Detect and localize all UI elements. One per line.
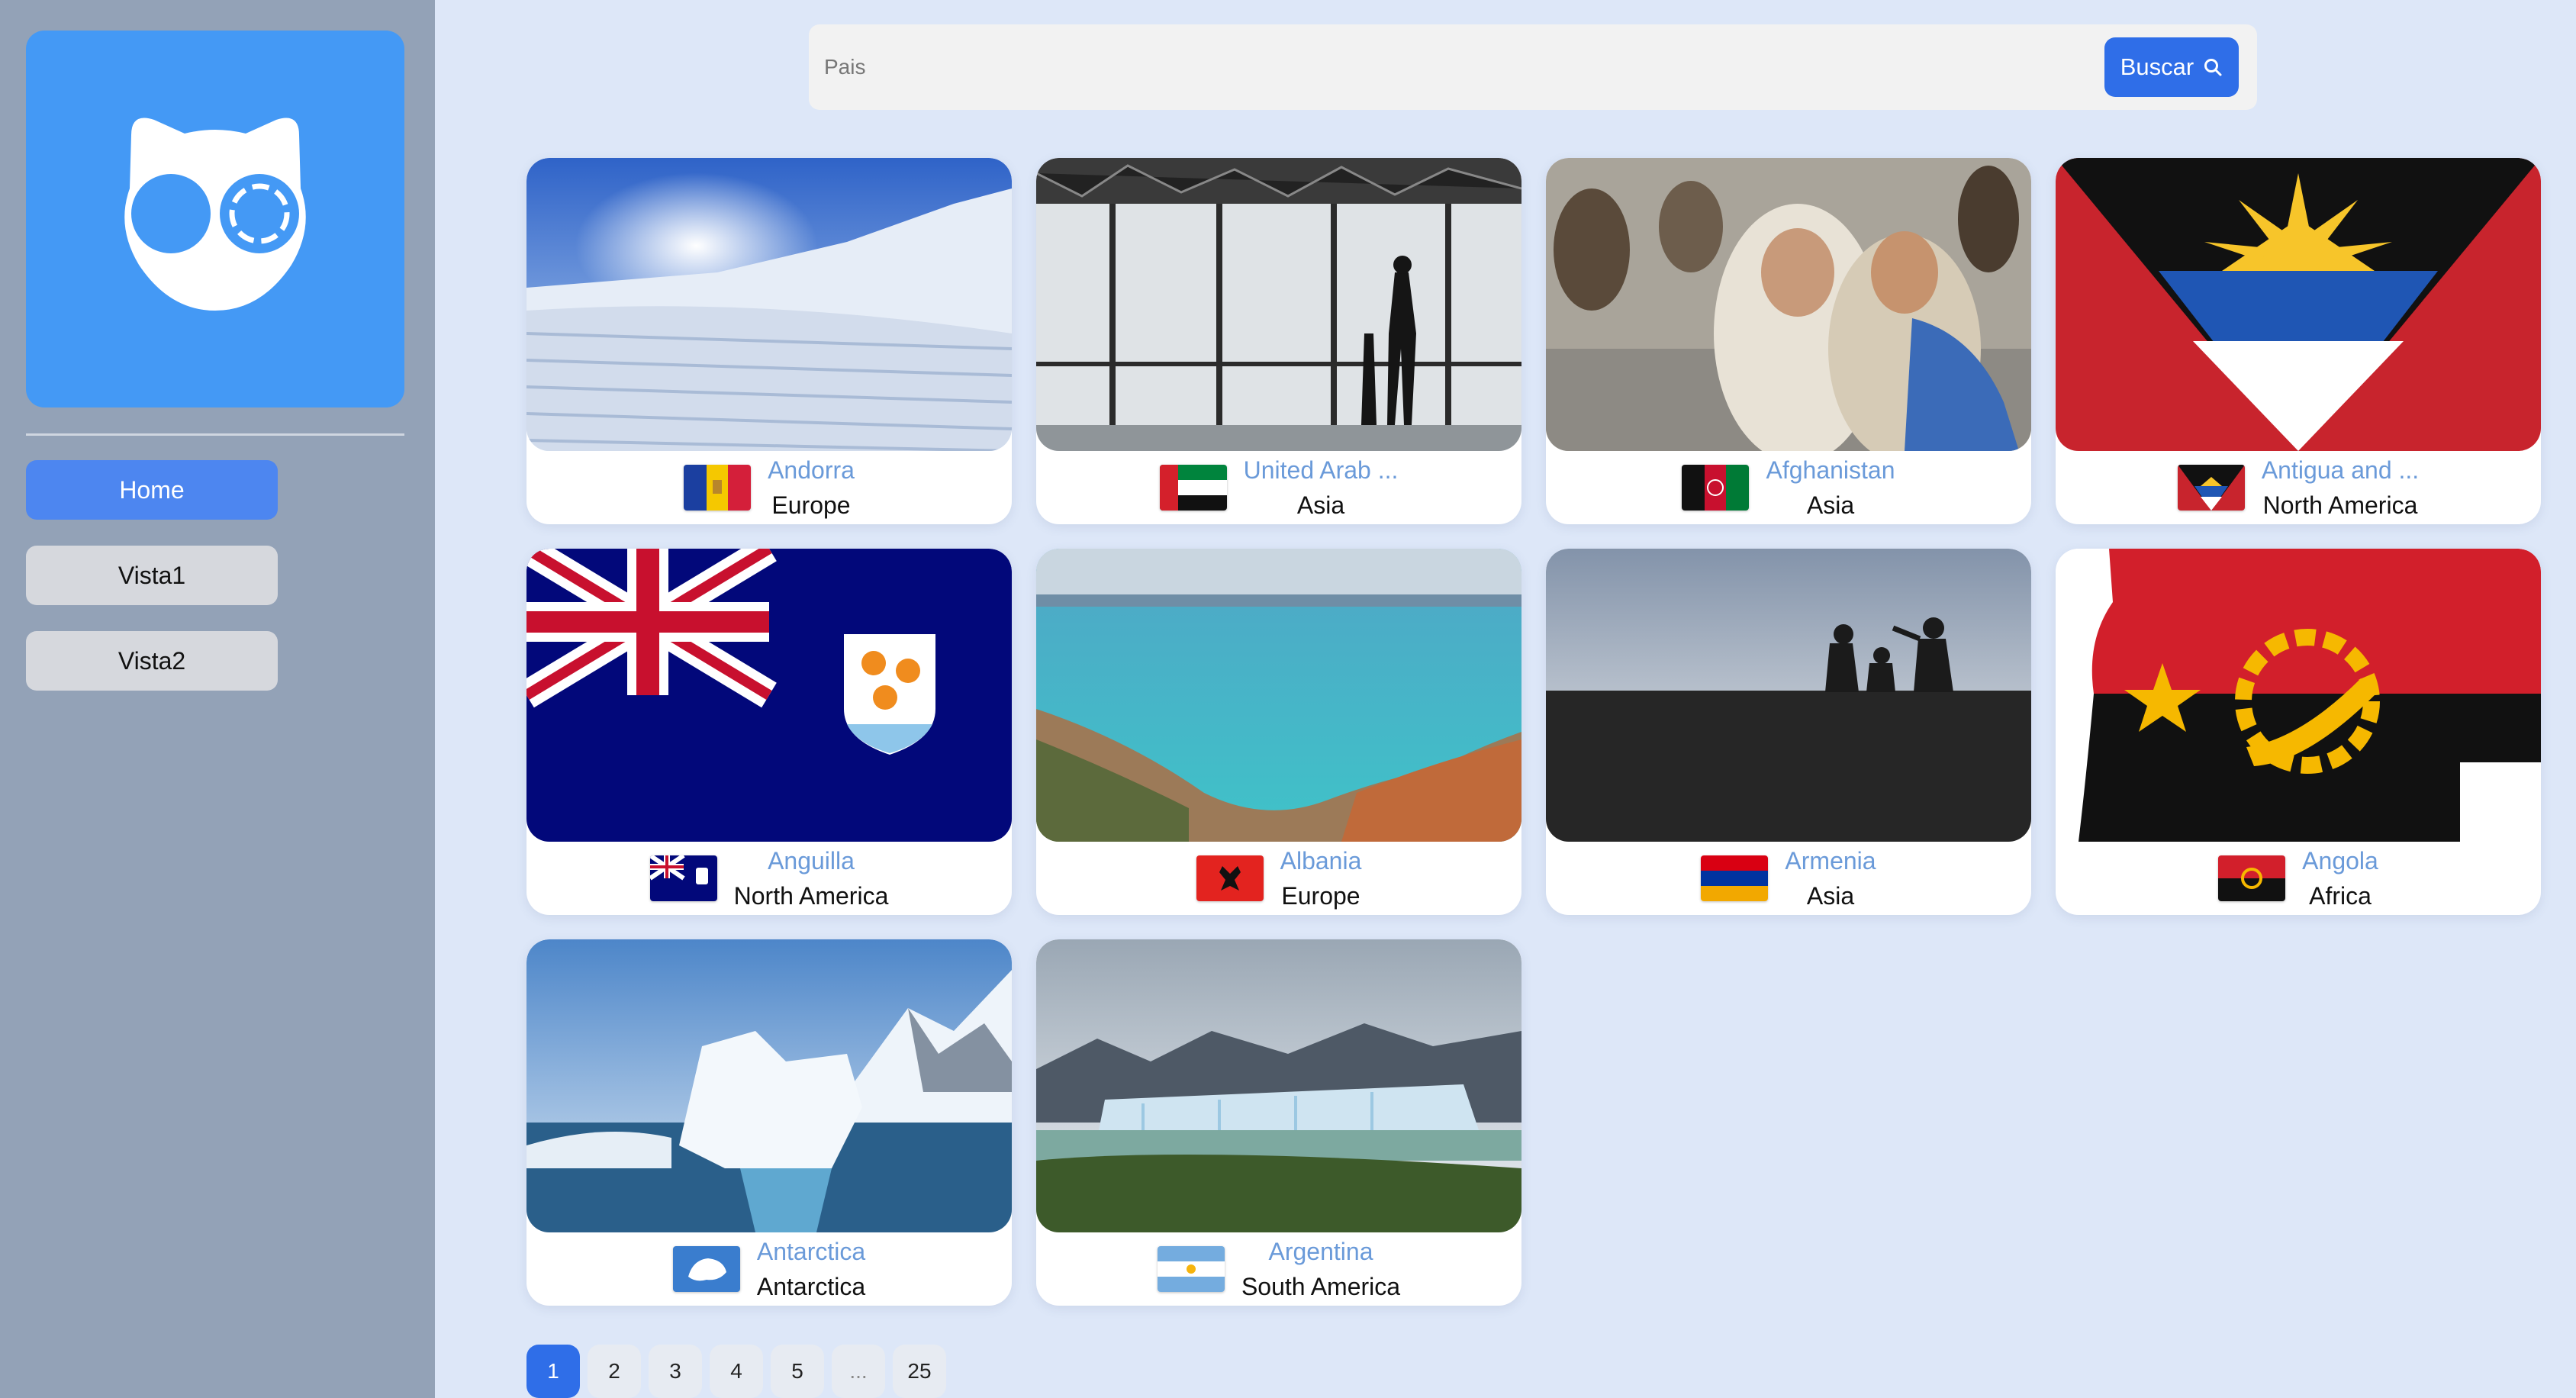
ski-slope-snow-image (526, 158, 1012, 451)
sidebar: Home Vista1 Vista2 (0, 0, 435, 1398)
country-region: Africa (2309, 882, 2372, 910)
country-name[interactable]: Angola (2302, 843, 2378, 878)
page-button-4[interactable]: 4 (710, 1345, 763, 1398)
country-name[interactable]: Albania (1280, 843, 1362, 878)
country-card[interactable]: United Arab ... Asia (1036, 158, 1521, 524)
search-bar: Buscar (809, 24, 2257, 110)
nav-vista2-button[interactable]: Vista2 (26, 631, 278, 691)
antigua-flag-image (2056, 158, 2541, 451)
country-card[interactable]: Albania Europe (1036, 549, 1521, 915)
afghanistan-flag-icon (1682, 465, 1750, 511)
country-name[interactable]: Antarctica (757, 1234, 865, 1269)
antarctica-flag-icon (672, 1246, 740, 1292)
country-region: North America (733, 882, 889, 910)
antigua-flag-icon (2177, 465, 2245, 511)
country-name[interactable]: Antigua and ... (2262, 453, 2419, 488)
page-button-3[interactable]: 3 (649, 1345, 702, 1398)
albania-flag-icon (1196, 855, 1264, 901)
search-input[interactable] (824, 41, 1969, 93)
country-name[interactable]: Armenia (1785, 843, 1876, 878)
country-card[interactable]: Armenia Asia (1546, 549, 2031, 915)
pagination: 1 2 3 4 5 ... 25 (526, 1345, 946, 1398)
country-card[interactable]: Antarctica Antarctica (526, 939, 1012, 1306)
silhouette-image (1546, 549, 2031, 842)
country-grid: Andorra Europe United Arab ... Asia Afgh… (526, 158, 2541, 1306)
children-photo-image (1546, 158, 2031, 451)
country-region: Europe (1281, 882, 1360, 910)
country-card[interactable]: Argentina South America (1036, 939, 1521, 1306)
anguilla-flag-icon (649, 855, 717, 901)
country-region: Asia (1806, 491, 1855, 519)
page-button-5[interactable]: 5 (771, 1345, 824, 1398)
country-card[interactable]: Andorra Europe (526, 158, 1012, 524)
page-button-25[interactable]: 25 (893, 1345, 946, 1398)
country-card[interactable]: Antigua and ... North America (2056, 158, 2541, 524)
anguilla-flag-image (526, 549, 1012, 842)
country-name[interactable]: Afghanistan (1766, 453, 1895, 488)
country-region: Antarctica (756, 1273, 866, 1300)
panda-logo-icon (124, 118, 306, 311)
angola-flag-icon (2218, 855, 2286, 901)
country-region: South America (1241, 1273, 1401, 1300)
country-name[interactable]: Andorra (768, 453, 855, 488)
country-name[interactable]: Argentina (1269, 1234, 1373, 1269)
app-logo[interactable] (26, 31, 404, 407)
nav-vista1-button[interactable]: Vista1 (26, 546, 278, 605)
observation-deck-image (1036, 158, 1521, 451)
search-button[interactable]: Buscar (2104, 37, 2239, 97)
country-card[interactable]: Afghanistan Asia (1546, 158, 2031, 524)
angola-map-flag-image (2056, 549, 2541, 842)
page-button-1[interactable]: 1 (526, 1345, 580, 1398)
page-ellipsis-button[interactable]: ... (832, 1345, 885, 1398)
country-region: North America (2262, 491, 2418, 519)
coastline-image (1036, 549, 1521, 842)
nav-home-button[interactable]: Home (26, 460, 278, 520)
iceberg-image (526, 939, 1012, 1232)
armenia-flag-icon (1701, 855, 1769, 901)
country-name[interactable]: United Arab ... (1244, 453, 1399, 488)
andorra-flag-icon (684, 465, 752, 511)
glacier-image (1036, 939, 1521, 1232)
search-icon (2204, 59, 2222, 76)
uae-flag-icon (1159, 465, 1227, 511)
argentina-flag-icon (1157, 1246, 1225, 1292)
country-card[interactable]: Anguilla North America (526, 549, 1012, 915)
country-card[interactable]: Angola Africa (2056, 549, 2541, 915)
country-name[interactable]: Anguilla (768, 843, 855, 878)
country-region: Asia (1296, 491, 1345, 519)
page-button-2[interactable]: 2 (588, 1345, 641, 1398)
search-button-label: Buscar (2120, 53, 2194, 80)
country-region: Europe (771, 491, 851, 519)
sidebar-divider (26, 433, 404, 436)
country-region: Asia (1806, 882, 1855, 910)
